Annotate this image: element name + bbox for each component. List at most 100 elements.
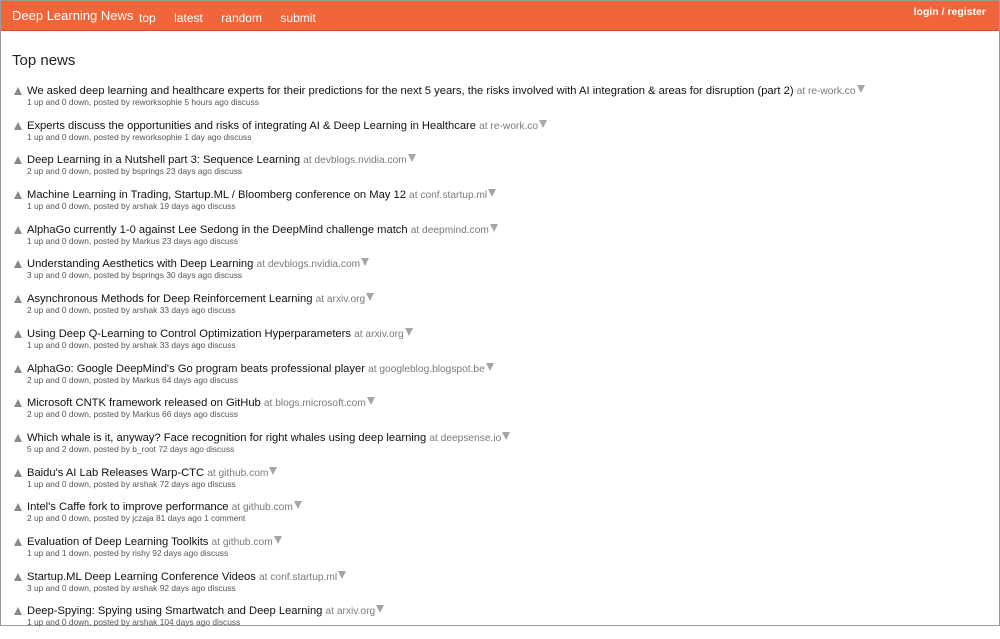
news-title-link[interactable]: Experts discuss the opportunities and ri… [27,120,476,132]
downvote-arrow-icon[interactable] [361,258,370,267]
author-link[interactable]: bsprings [132,166,164,176]
news-title-link[interactable]: Deep Learning in a Nutshell part 3: Sequ… [27,154,300,166]
nav-top-link[interactable]: top [139,11,156,25]
downvote-arrow-icon[interactable] [273,535,282,544]
post-age: 23 days ago [162,235,208,246]
discuss-link[interactable]: discuss [208,305,236,315]
news-title-link[interactable]: AlphaGo currently 1-0 against Lee Sedong… [27,224,408,236]
discuss-link[interactable]: discuss [214,166,242,176]
news-title-link[interactable]: Evaluation of Deep Learning Toolkits [27,536,208,548]
nav-submit-link[interactable]: submit [280,11,315,25]
discuss-link[interactable]: discuss [208,583,236,593]
author-link[interactable]: reworksophie [132,97,182,107]
downvote-arrow-icon[interactable] [489,223,498,232]
downvote-arrow-icon[interactable] [366,397,375,406]
discuss-link[interactable]: discuss [208,479,236,489]
upvote-arrow-icon[interactable] [14,260,22,269]
news-domain: at devblogs.nvidia.com [303,155,407,167]
author-link[interactable]: arshak [132,479,157,489]
author-link[interactable]: b_root [132,444,156,454]
login-register-link[interactable]: login / register [914,6,986,18]
author-link[interactable]: jczaja [132,513,153,523]
downvote-arrow-icon[interactable] [293,501,302,510]
upvote-arrow-icon[interactable] [14,433,22,442]
nav-latest-link[interactable]: latest [174,11,203,25]
upvote-arrow-icon[interactable] [14,572,22,581]
downvote-arrow-icon[interactable] [502,431,511,440]
downvote-arrow-icon[interactable] [539,119,547,128]
news-domain: at arxiv.org [325,606,376,618]
upvote-arrow-icon[interactable] [14,191,22,200]
vote-summary: 2 up and 0 down, posted by [27,166,130,177]
news-title-link[interactable]: Asynchronous Methods for Deep Reinforcem… [27,293,312,305]
downvote-arrow-icon[interactable] [376,605,385,614]
vote-summary: 5 up and 2 down, posted by [27,443,130,454]
news-title-link[interactable]: Microsoft CNTK framework released on Git… [27,397,261,409]
news-domain: at deepsense.io [429,432,502,444]
upvote-arrow-icon[interactable] [14,399,22,408]
vote-summary: 2 up and 0 down, posted by [27,374,130,385]
vote-summary: 1 up and 0 down, posted by [27,339,130,350]
news-item: We asked deep learning and healthcare ex… [14,84,989,119]
news-title-link[interactable]: We asked deep learning and healthcare ex… [27,85,794,97]
downvote-arrow-icon[interactable] [856,85,865,94]
downvote-arrow-icon[interactable] [485,362,494,371]
news-title-link[interactable]: Intel's Caffe fork to improve performanc… [27,501,229,513]
downvote-arrow-icon[interactable] [366,293,375,302]
upvote-arrow-icon[interactable] [14,364,22,373]
site-logo-link[interactable]: Deep Learning News [12,8,133,23]
downvote-arrow-icon[interactable] [269,466,278,475]
discuss-link[interactable]: discuss [208,201,236,211]
downvote-arrow-icon[interactable] [488,189,497,198]
upvote-arrow-icon[interactable] [14,607,22,616]
discuss-link[interactable]: discuss [208,340,236,350]
author-link[interactable]: arshak [132,583,157,593]
news-title-link[interactable]: Using Deep Q-Learning to Control Optimiz… [27,328,351,340]
author-link[interactable]: rishy [132,548,150,558]
author-link[interactable]: arshak [132,201,157,211]
discuss-link[interactable]: discuss [214,270,242,280]
discuss-link[interactable]: discuss [210,409,238,419]
upvote-arrow-icon[interactable] [14,329,22,338]
news-item: Experts discuss the opportunities and ri… [14,119,989,154]
news-title-link[interactable]: Which whale is it, anyway? Face recognit… [27,432,426,444]
discuss-link[interactable]: discuss [200,548,228,558]
author-link[interactable]: arshak [132,340,157,350]
news-title-link[interactable]: Deep-Spying: Spying using Smartwatch and… [27,605,322,617]
author-link[interactable]: reworksophie [132,132,182,142]
news-title-link[interactable]: Baidu's AI Lab Releases Warp-CTC [27,467,204,479]
upvote-arrow-icon[interactable] [14,156,22,165]
post-age: 1 day ago [184,131,222,142]
vote-summary: 2 up and 0 down, posted by [27,305,130,316]
upvote-arrow-icon[interactable] [14,503,22,512]
author-link[interactable]: arshak [132,305,157,315]
discuss-link[interactable]: 1 comment [204,513,245,523]
news-domain: at googleblog.blogspot.be [368,363,485,375]
nav-random-link[interactable]: random [221,11,262,25]
news-title-link[interactable]: AlphaGo: Google DeepMind's Go program be… [27,363,365,375]
news-title-link[interactable]: Machine Learning in Trading, Startup.ML … [27,189,406,201]
upvote-arrow-icon[interactable] [14,225,22,234]
author-link[interactable]: Markus [132,409,159,419]
discuss-link[interactable]: discuss [210,375,238,385]
discuss-link[interactable]: discuss [210,236,238,246]
author-link[interactable]: bsprings [132,270,164,280]
downvote-arrow-icon[interactable] [404,327,413,336]
upvote-arrow-icon[interactable] [14,295,22,304]
discuss-link[interactable]: discuss [224,132,252,142]
author-link[interactable]: Markus [132,236,159,246]
upvote-arrow-icon[interactable] [14,87,22,95]
news-title-link[interactable]: Startup.ML Deep Learning Conference Vide… [27,571,256,583]
author-link[interactable]: Markus [132,375,159,385]
news-domain: at arxiv.org [315,294,366,306]
upvote-arrow-icon[interactable] [14,468,22,477]
discuss-link[interactable]: discuss [231,97,259,107]
news-domain: at deepmind.com [410,224,489,236]
news-item-meta: 1 up and 0 down, posted by arshak 33 day… [27,340,236,351]
downvote-arrow-icon[interactable] [407,154,416,163]
news-title-link[interactable]: Understanding Aesthetics with Deep Learn… [27,258,253,270]
downvote-arrow-icon[interactable] [338,570,347,579]
discuss-link[interactable]: discuss [206,444,234,454]
upvote-arrow-icon[interactable] [14,121,22,130]
upvote-arrow-icon[interactable] [14,537,22,546]
